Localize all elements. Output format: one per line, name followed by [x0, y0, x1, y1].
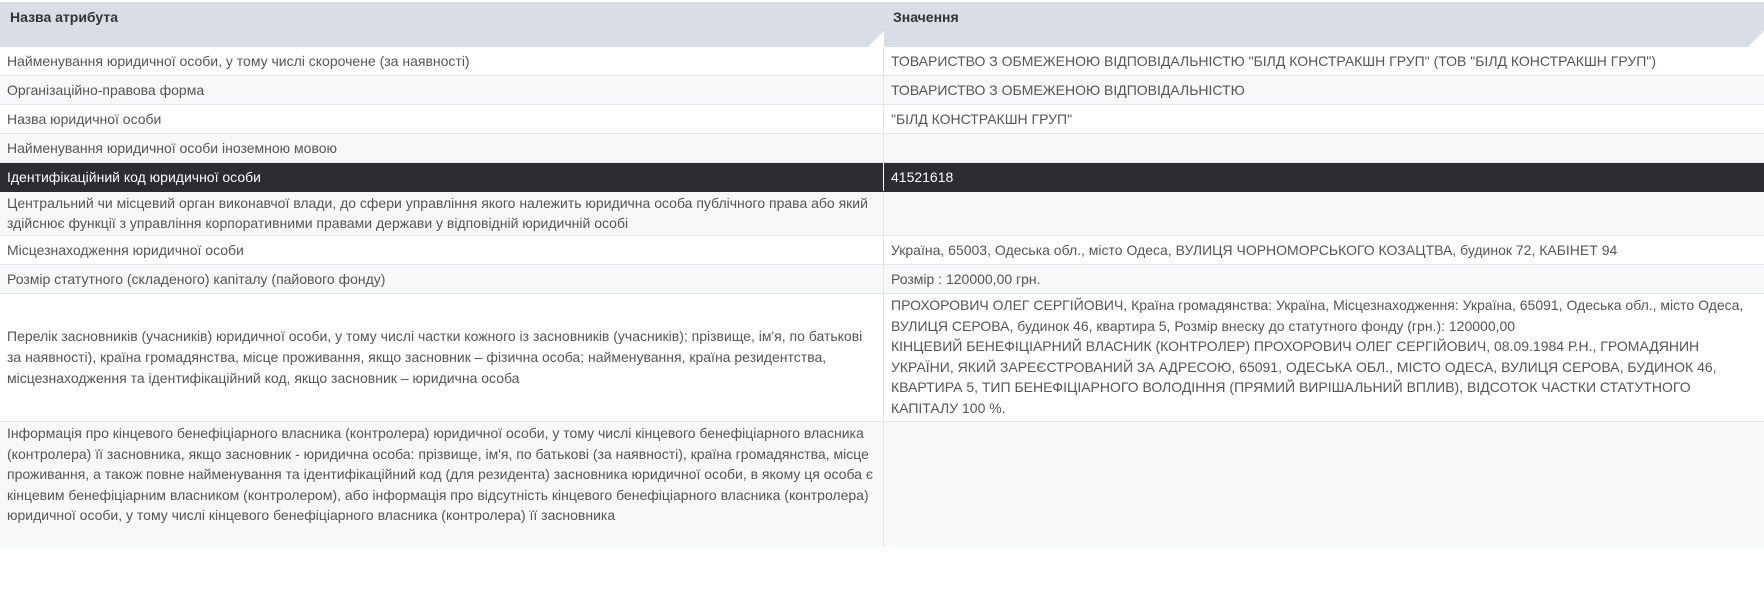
row-label: Найменування юридичної особи, у тому чис… — [0, 47, 884, 75]
row-value: "БІЛД КОНСТРАКШН ГРУП" — [891, 111, 1073, 127]
row-label: Місцезнаходження юридичної особи — [0, 236, 884, 264]
row-value — [884, 422, 1764, 547]
table-row: Центральний чи місцевий орган виконавчої… — [0, 192, 1764, 236]
row-label: Організаційно-правова форма — [0, 76, 884, 104]
row-label: Розмір статутного (складеного) капіталу … — [0, 265, 884, 293]
row-value: ТОВАРИСТВО З ОБМЕЖЕНОЮ ВІДПОВІДАЛЬНІСТЮ … — [891, 53, 1656, 69]
table-row: Розмір статутного (складеного) капіталу … — [0, 265, 1764, 294]
header-corner-decoration — [868, 31, 884, 47]
founder-info: ПРОХОРОВИЧ ОЛЕГ СЕРГІЙОВИЧ, Країна грома… — [891, 297, 1744, 334]
row-value-container: ПРОХОРОВИЧ ОЛЕГ СЕРГІЙОВИЧ, Країна грома… — [884, 294, 1764, 421]
header-attr-name-label: Назва атрибута — [10, 9, 118, 25]
table-row-selected: Ідентифікаційний код юридичної особи 415… — [0, 163, 1764, 192]
row-value — [884, 134, 1764, 162]
header-corner-decoration — [1748, 31, 1764, 47]
table-row: Назва юридичної особи "БІЛД КОНСТРАКШН Г… — [0, 105, 1764, 134]
row-value: Розмір : 120000,00 грн. — [891, 271, 1041, 287]
row-label: Інформація про кінцевого бенефіціарного … — [0, 422, 884, 547]
row-label-container: Перелік засновників (учасників) юридично… — [0, 294, 884, 421]
header-value: Значення — [884, 2, 1764, 47]
header-value-label: Значення — [893, 9, 959, 25]
table-row: Перелік засновників (учасників) юридично… — [0, 294, 1764, 422]
table-row: Організаційно-правова форма ТОВАРИСТВО З… — [0, 76, 1764, 105]
table-row: Найменування юридичної особи, у тому чис… — [0, 47, 1764, 76]
row-value: ТОВАРИСТВО З ОБМЕЖЕНОЮ ВІДПОВІДАЛЬНІСТЮ — [891, 82, 1245, 98]
row-value: 41521618 — [891, 169, 954, 185]
table-row: Інформація про кінцевого бенефіціарного … — [0, 422, 1764, 547]
table-row: Найменування юридичної особи іноземною м… — [0, 134, 1764, 163]
registry-attributes-table: Назва атрибута Значення Найменування юри… — [0, 0, 1764, 547]
beneficiary-info: КІНЦЕВИЙ БЕНЕФІЦІАРНИЙ ВЛАСНИК (КОНТРОЛЕ… — [891, 338, 1717, 416]
row-label: Центральний чи місцевий орган виконавчої… — [0, 192, 884, 235]
row-label: Назва юридичної особи — [0, 105, 884, 133]
table-row: Місцезнаходження юридичної особи Україна… — [0, 236, 1764, 265]
row-value: Україна, 65003, Одеська обл., місто Одес… — [891, 242, 1618, 258]
table-header: Назва атрибута Значення — [0, 0, 1764, 47]
header-attr-name: Назва атрибута — [0, 2, 884, 47]
row-label: Перелік засновників (учасників) юридично… — [7, 328, 863, 386]
row-label: Найменування юридичної особи іноземною м… — [0, 134, 884, 162]
row-value — [884, 192, 1764, 235]
row-label: Ідентифікаційний код юридичної особи — [0, 163, 884, 191]
